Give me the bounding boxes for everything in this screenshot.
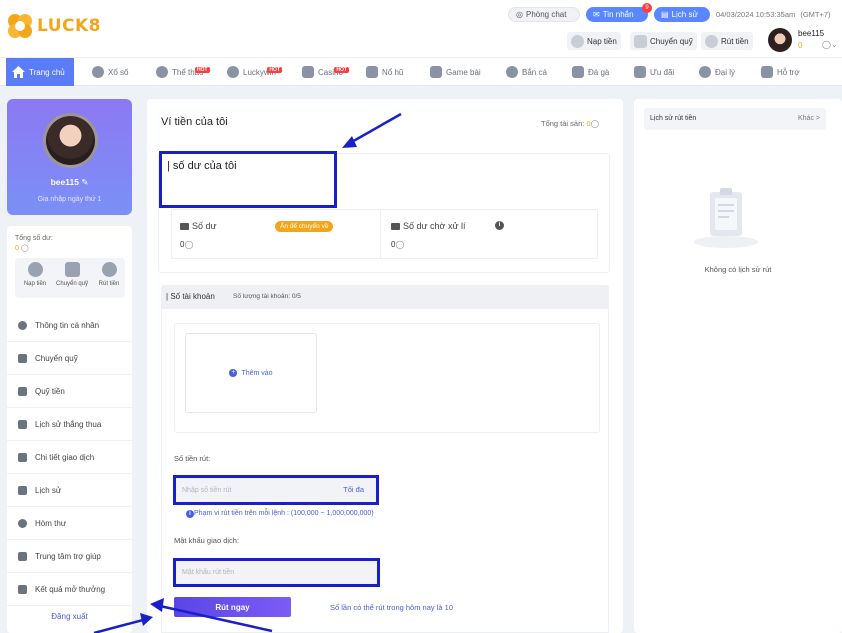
annotation-arrows — [93, 112, 402, 633]
